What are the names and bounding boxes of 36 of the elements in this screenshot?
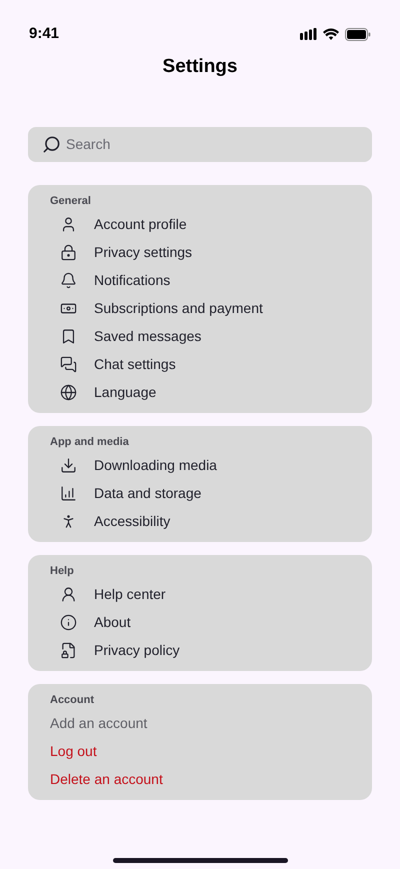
- danger-action[interactable]: Delete an account: [50, 769, 163, 790]
- info-icon: [60, 614, 76, 631]
- section-heading: App and media: [50, 435, 130, 450]
- globe-icon: [60, 384, 76, 401]
- section-heading: General: [50, 194, 92, 210]
- account-action[interactable]: Add an account: [50, 713, 148, 734]
- settings-item[interactable]: Help center: [94, 584, 166, 605]
- section-heading: Help: [50, 564, 75, 580]
- page-title: Settings: [162, 55, 238, 79]
- settings-item[interactable]: Account profile: [94, 214, 187, 235]
- signal-icon: [300, 28, 317, 40]
- status-time: 9:41: [29, 24, 60, 44]
- search-icon: [42, 134, 61, 154]
- lock-icon: [60, 244, 76, 261]
- file-lock-icon: [60, 642, 76, 659]
- settings-item[interactable]: Privacy settings: [94, 242, 192, 263]
- settings-item[interactable]: Data and storage: [94, 483, 202, 504]
- danger-action[interactable]: Log out: [50, 741, 97, 762]
- settings-item[interactable]: Notifications: [94, 270, 170, 291]
- chat-bubbles-icon: [60, 356, 76, 373]
- bar-chart-icon: [60, 485, 76, 502]
- settings-item[interactable]: Privacy policy: [94, 640, 180, 661]
- section-heading: Account: [50, 693, 95, 708]
- settings-item[interactable]: Subscriptions and payment: [94, 298, 263, 319]
- person-icon: [60, 586, 76, 603]
- bell-icon: [60, 272, 76, 289]
- settings-item[interactable]: Language: [94, 382, 156, 403]
- download-icon: [60, 457, 76, 474]
- settings-item[interactable]: Accessibility: [94, 511, 170, 532]
- search-field[interactable]: Search: [28, 126, 372, 162]
- settings-item[interactable]: Chat settings: [94, 354, 176, 375]
- battery-icon: [345, 28, 371, 40]
- settings-item[interactable]: Downloading media: [94, 455, 217, 476]
- settings-item[interactable]: Saved messages: [94, 326, 202, 347]
- wifi-icon: [323, 28, 339, 40]
- settings-item[interactable]: About: [94, 612, 131, 633]
